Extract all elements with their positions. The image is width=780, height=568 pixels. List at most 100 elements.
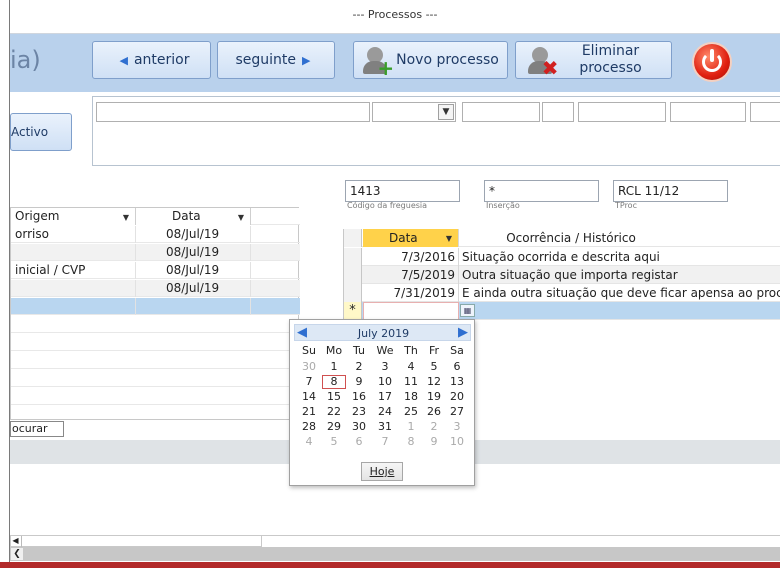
new-row[interactable]: * ▦ bbox=[344, 302, 780, 320]
calendar-day[interactable]: 5 bbox=[322, 435, 346, 449]
date-input[interactable] bbox=[363, 302, 459, 320]
calendar-day[interactable]: 4 bbox=[297, 435, 321, 449]
filter-field-2[interactable] bbox=[462, 102, 540, 122]
row-selector[interactable] bbox=[344, 284, 362, 302]
calendar-day[interactable]: 27 bbox=[445, 405, 469, 419]
calendar-day[interactable]: 25 bbox=[399, 405, 423, 419]
codigo-field[interactable]: 1413 bbox=[345, 180, 460, 202]
calendar-day[interactable]: 30 bbox=[347, 420, 371, 434]
list-item[interactable]: 08/Jul/19 bbox=[11, 280, 300, 297]
calendar-day[interactable]: 1 bbox=[399, 420, 423, 434]
row-selector[interactable] bbox=[344, 266, 362, 284]
history-date[interactable]: 7/3/2016 bbox=[363, 248, 459, 266]
calendar-day[interactable]: 3 bbox=[445, 420, 469, 434]
history-date[interactable]: 7/31/2019 bbox=[363, 284, 459, 302]
calendar-day[interactable]: 24 bbox=[373, 405, 397, 419]
calendar-day[interactable]: 18 bbox=[399, 390, 423, 404]
column-header-data[interactable]: Data ▼ bbox=[136, 208, 251, 225]
scroll-left-icon[interactable]: ❮ bbox=[11, 548, 23, 560]
calendar-day-selected[interactable]: 8 bbox=[322, 375, 346, 389]
table-row[interactable]: 7/31/2019 E ainda outra situação que dev… bbox=[344, 284, 780, 302]
calendar-day[interactable]: 5 bbox=[422, 360, 446, 374]
list-item bbox=[11, 370, 300, 387]
calendar-day[interactable]: 11 bbox=[399, 375, 423, 389]
calendar-day[interactable]: 6 bbox=[445, 360, 469, 374]
new-process-button[interactable]: + Novo processo bbox=[353, 41, 508, 79]
calendar-day[interactable]: 28 bbox=[297, 420, 321, 434]
calendar-day[interactable]: 31 bbox=[373, 420, 397, 434]
proc-field[interactable]: RCL 11/12 bbox=[613, 180, 728, 202]
calendar-day[interactable]: 7 bbox=[297, 375, 321, 389]
calendar-day[interactable]: 10 bbox=[445, 435, 469, 449]
filter-field-6[interactable] bbox=[750, 102, 780, 122]
triangle-left-icon: ◀ bbox=[119, 53, 128, 67]
column-header-origem[interactable]: Origem ▼ bbox=[11, 208, 136, 225]
list-item[interactable]: inicial / CVP 08/Jul/19 bbox=[11, 262, 300, 279]
chevron-down-icon[interactable]: ▼ bbox=[438, 104, 454, 120]
search-input[interactable]: ocurar bbox=[10, 421, 64, 437]
calendar-day[interactable]: 30 bbox=[297, 360, 321, 374]
calendar-day[interactable]: 7 bbox=[373, 435, 397, 449]
calendar-day[interactable]: 29 bbox=[322, 420, 346, 434]
insercao-field[interactable]: * bbox=[484, 180, 599, 202]
scroll-left-small-icon[interactable]: ◀ bbox=[10, 536, 22, 547]
calendar-day[interactable]: 19 bbox=[422, 390, 446, 404]
list-cell-data: 08/Jul/19 bbox=[136, 280, 251, 297]
list-item[interactable]: 08/Jul/19 bbox=[11, 244, 300, 261]
calendar-day[interactable]: 2 bbox=[422, 420, 446, 434]
filter-field-3[interactable] bbox=[542, 102, 574, 122]
today-button[interactable]: Hoje bbox=[361, 462, 403, 481]
calendar-day[interactable]: 17 bbox=[373, 390, 397, 404]
list-item-selected[interactable] bbox=[11, 298, 300, 315]
calendar-day[interactable]: 23 bbox=[347, 405, 371, 419]
history-table: Data ▼ Ocorrência / Histórico 7/3/2016 Si… bbox=[343, 229, 780, 320]
calendar-day[interactable]: 4 bbox=[399, 360, 423, 374]
calendar-day[interactable]: 2 bbox=[347, 360, 371, 374]
filter-field-5[interactable] bbox=[670, 102, 746, 122]
history-date[interactable]: 7/5/2019 bbox=[363, 266, 459, 284]
calendar-day[interactable]: 16 bbox=[347, 390, 371, 404]
column-header-date[interactable]: Data ▼ bbox=[363, 229, 459, 247]
next-button[interactable]: seguinte ▶ bbox=[217, 41, 335, 79]
filter-field-1[interactable] bbox=[96, 102, 370, 122]
calendar-month: July 2019 bbox=[357, 327, 410, 340]
history-text[interactable]: Situação ocorrida e descrita aqui bbox=[460, 248, 780, 266]
next-month-icon[interactable]: ▶ bbox=[458, 326, 468, 340]
delete-process-button[interactable]: ✖ Eliminar processo bbox=[515, 41, 672, 79]
row-selector[interactable] bbox=[344, 248, 362, 266]
calendar-day[interactable]: 13 bbox=[445, 375, 469, 389]
day-of-week: Su bbox=[302, 344, 316, 357]
calendar-day[interactable]: 20 bbox=[445, 390, 469, 404]
select-all-corner[interactable] bbox=[344, 229, 362, 247]
date-picker[interactable]: ◀ July 2019 ▶ Su Mo Tu We Th Fr Sa 30 1 2 3… bbox=[289, 319, 475, 486]
calendar-day[interactable]: 21 bbox=[297, 405, 321, 419]
list-item bbox=[11, 334, 300, 351]
history-text[interactable]: Outra situação que importa registar bbox=[460, 266, 780, 284]
list-item bbox=[11, 388, 300, 405]
calendar-day[interactable]: 9 bbox=[347, 375, 371, 389]
calendar-day[interactable]: 14 bbox=[297, 390, 321, 404]
calendar-day[interactable]: 1 bbox=[322, 360, 346, 374]
calendar-day[interactable]: 10 bbox=[373, 375, 397, 389]
calendar-day[interactable]: 9 bbox=[422, 435, 446, 449]
horizontal-scrollbar[interactable] bbox=[10, 547, 780, 561]
table-row[interactable]: 7/5/2019 Outra situação que importa regi… bbox=[344, 266, 780, 284]
calendar-day[interactable]: 12 bbox=[422, 375, 446, 389]
list-item[interactable]: orriso 08/Jul/19 bbox=[11, 226, 300, 243]
activo-button[interactable]: Activo bbox=[10, 113, 72, 151]
calendar-day[interactable]: 3 bbox=[373, 360, 397, 374]
calendar-day[interactable]: 22 bbox=[322, 405, 346, 419]
previous-button[interactable]: ◀ anterior bbox=[92, 41, 211, 79]
filter-combo[interactable]: ▼ bbox=[372, 102, 456, 122]
history-text[interactable]: E ainda outra situação que deve ficar ap… bbox=[460, 284, 780, 302]
calendar-day[interactable]: 6 bbox=[347, 435, 371, 449]
calendar-day[interactable]: 15 bbox=[322, 390, 346, 404]
power-icon[interactable] bbox=[694, 44, 730, 80]
calendar-day[interactable]: 8 bbox=[399, 435, 423, 449]
calendar-icon[interactable]: ▦ bbox=[460, 304, 475, 317]
filter-field-4[interactable] bbox=[578, 102, 666, 122]
table-row[interactable]: 7/3/2016 Situação ocorrida e descrita aq… bbox=[344, 248, 780, 266]
column-header-history[interactable]: Ocorrência / Histórico bbox=[460, 229, 780, 247]
calendar-day[interactable]: 26 bbox=[422, 405, 446, 419]
list-cell-origem bbox=[11, 244, 136, 261]
